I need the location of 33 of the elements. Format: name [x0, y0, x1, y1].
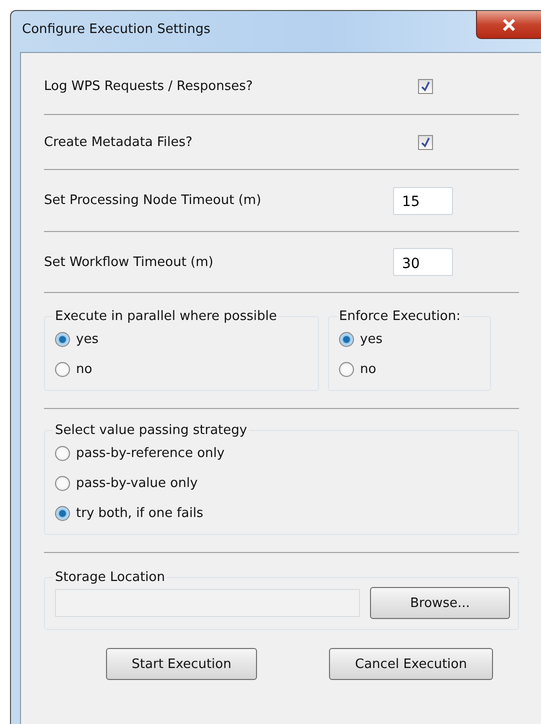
browse-button[interactable]: Browse...	[370, 587, 510, 619]
group-title: Storage Location	[54, 570, 166, 585]
radio-button[interactable]	[339, 362, 354, 376]
radio-button[interactable]	[55, 332, 70, 346]
close-icon	[502, 18, 516, 30]
setting-label: Create Metadata Files?	[44, 134, 194, 150]
option-label: pass-by-reference only	[76, 446, 225, 460]
group-title: Enforce Execution:	[338, 309, 462, 324]
option-label: yes	[76, 332, 98, 346]
radio-button[interactable]	[55, 476, 70, 490]
radio-button[interactable]	[55, 506, 70, 520]
option-label: pass-by-value only	[76, 476, 198, 490]
checkbox[interactable]	[418, 79, 433, 94]
cancel-button[interactable]: Cancel Execution	[329, 648, 493, 680]
group-title: Execute in parallel where possible	[54, 309, 278, 324]
setting-label: Set Workflow Timeout (m)	[44, 254, 214, 270]
setting-label: Log WPS Requests / Responses?	[44, 79, 254, 94]
path-field[interactable]	[55, 589, 360, 617]
radio-button[interactable]	[55, 362, 70, 376]
option-label: no	[76, 362, 92, 376]
radio-button[interactable]	[339, 332, 354, 346]
option-label: yes	[360, 332, 382, 346]
timeout-field[interactable]: 30	[393, 248, 453, 276]
window-title: Configure Execution Settings	[22, 22, 210, 37]
group-title: Select value passing strategy	[54, 423, 248, 438]
close-button[interactable]	[476, 11, 541, 39]
option-label: no	[360, 362, 376, 376]
radio-button[interactable]	[55, 446, 70, 460]
setting-label: Set Processing Node Timeout (m)	[44, 193, 262, 208]
option-label: try both, if one fails	[76, 506, 204, 520]
checkbox[interactable]	[418, 134, 433, 150]
timeout-field[interactable]: 15	[393, 186, 453, 214]
start-button[interactable]: Start Execution	[106, 648, 257, 680]
